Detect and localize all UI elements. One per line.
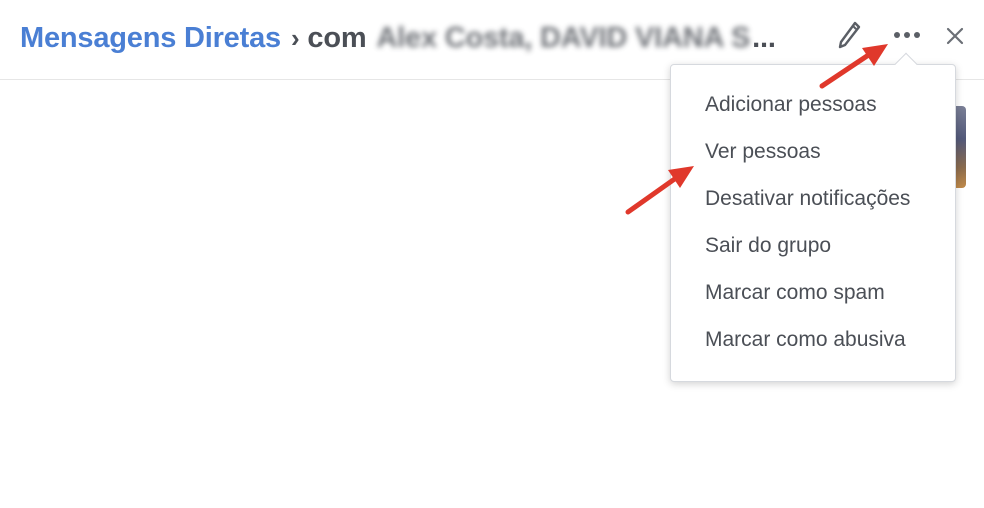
annotation-arrow-view-people: [625, 166, 694, 215]
menu-item-leave-group[interactable]: Sair do grupo: [671, 222, 955, 269]
conversation-options-menu: Adicionar pessoas Ver pessoas Desativar …: [670, 64, 956, 382]
menu-item-add-people[interactable]: Adicionar pessoas: [671, 81, 955, 128]
close-icon[interactable]: [944, 24, 966, 48]
menu-item-mute-notifications[interactable]: Desativar notificações: [671, 175, 955, 222]
participants-ellipsis: ...: [752, 21, 776, 54]
menu-item-view-people[interactable]: Ver pessoas: [671, 128, 955, 175]
direct-messages-window: Mensagens Diretas › com Alex Costa, DAVI…: [0, 0, 984, 508]
conversation-participants: Alex Costa, DAVID VIANA S: [376, 21, 751, 54]
breadcrumb: Mensagens Diretas › com Alex Costa, DAVI…: [20, 20, 776, 56]
breadcrumb-separator: ›: [290, 22, 300, 53]
breadcrumb-prefix: com: [307, 21, 367, 54]
breadcrumb-direct-messages-link[interactable]: Mensagens Diretas: [20, 22, 281, 55]
annotation-arrow-more-options: [819, 44, 888, 89]
more-options-icon[interactable]: [890, 24, 924, 46]
menu-item-mark-spam[interactable]: Marcar como spam: [671, 269, 955, 316]
menu-item-mark-abusive[interactable]: Marcar como abusiva: [671, 316, 955, 363]
